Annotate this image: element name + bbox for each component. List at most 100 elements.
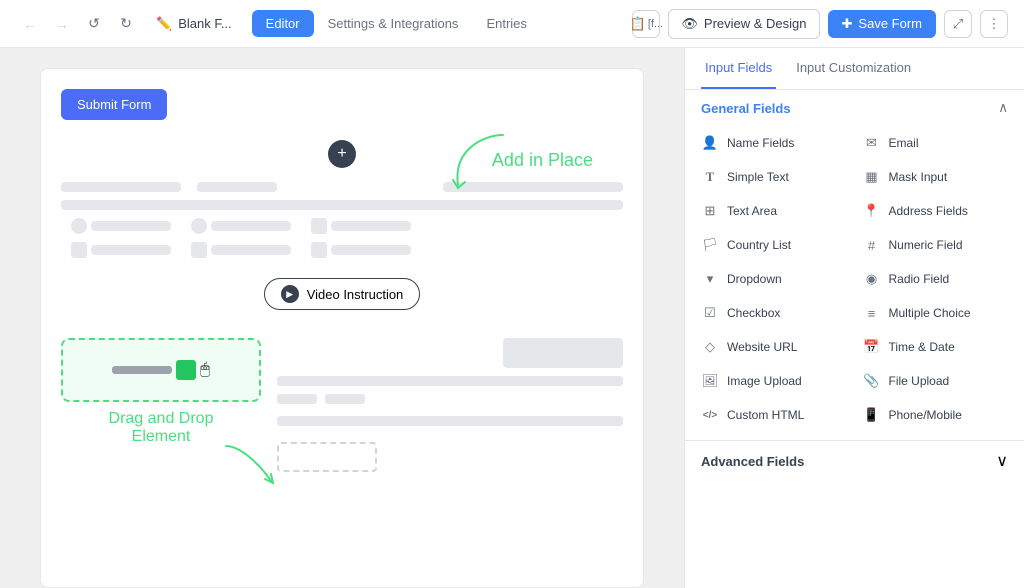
- dnd-label: Drag and Drop Element: [109, 410, 214, 446]
- field-address-label: Address Fields: [889, 204, 968, 218]
- field-mask-input[interactable]: ▦ Mask Input: [855, 160, 1017, 194]
- country-icon: 🏳: [701, 236, 719, 254]
- tab-entries[interactable]: Entries: [472, 10, 540, 37]
- video-label: Video Instruction: [307, 287, 404, 302]
- tab-settings[interactable]: Settings & Integrations: [314, 10, 473, 37]
- collapse-general-button[interactable]: ∧: [998, 100, 1008, 116]
- field-email-label: Email: [889, 136, 919, 150]
- field-radio[interactable]: ◉ Radio Field: [855, 262, 1017, 296]
- field-website-label: Website URL: [727, 340, 797, 354]
- edit-icon: ✏️: [156, 16, 172, 32]
- add-in-place-area: + Add in Place: [61, 140, 623, 172]
- simple-text-icon: T: [701, 168, 719, 186]
- form-id-button[interactable]: 📋 [f...: [632, 10, 660, 38]
- preview-button[interactable]: 👁 Preview & Design: [668, 9, 819, 39]
- chevron-down-icon: ∨: [996, 451, 1008, 471]
- field-country-label: Country List: [727, 238, 791, 252]
- field-multiple-choice[interactable]: ≡ Multiple Choice: [855, 296, 1017, 330]
- field-phone-label: Phone/Mobile: [889, 408, 962, 422]
- save-button[interactable]: ✚ Save Form: [828, 10, 936, 38]
- field-dropdown-label: Dropdown: [727, 272, 782, 286]
- tab-input-customization[interactable]: Input Customization: [792, 48, 915, 89]
- redo-button[interactable]: ↻: [112, 10, 140, 38]
- eye-icon: 👁: [681, 16, 698, 32]
- field-simple-text-label: Simple Text: [727, 170, 789, 184]
- field-checkbox-label: Checkbox: [727, 306, 780, 320]
- tab-input-fields[interactable]: Input Fields: [701, 48, 776, 89]
- text-area-icon: ⊞: [701, 202, 719, 220]
- time-date-icon: 📅: [863, 338, 881, 356]
- dnd-element: 🖱: [112, 360, 210, 380]
- more-button[interactable]: ⋮: [980, 10, 1008, 38]
- name-fields-icon: 👤: [701, 134, 719, 152]
- form-canvas: Submit Form + Add in Place: [40, 68, 644, 588]
- field-website-url[interactable]: ◇ Website URL: [693, 330, 855, 364]
- more-icon: ⋮: [988, 16, 1001, 32]
- field-text-area-label: Text Area: [727, 204, 777, 218]
- add-in-place-label: Add in Place: [492, 150, 593, 171]
- page-title: ✏️ Blank F...: [156, 16, 232, 32]
- field-country-list[interactable]: 🏳 Country List: [693, 228, 855, 262]
- main-layout: Submit Form + Add in Place: [0, 48, 1024, 588]
- field-radio-label: Radio Field: [889, 272, 950, 286]
- field-file-upload[interactable]: 📎 File Upload: [855, 364, 1017, 398]
- nav-tabs: Editor Settings & Integrations Entries: [252, 10, 541, 37]
- field-name-fields[interactable]: 👤 Name Fields: [693, 126, 855, 160]
- field-email[interactable]: ✉ Email: [855, 126, 1017, 160]
- field-numeric-label: Numeric Field: [889, 238, 963, 252]
- advanced-fields-title: Advanced Fields: [701, 454, 804, 469]
- dnd-box[interactable]: 🖱: [61, 338, 261, 402]
- save-icon: ✚: [842, 16, 853, 32]
- dnd-arrow: [221, 436, 281, 486]
- numeric-icon: #: [863, 236, 881, 254]
- submit-form-button[interactable]: Submit Form: [61, 89, 167, 120]
- radio-icon: ◉: [863, 270, 881, 288]
- address-icon: 📍: [863, 202, 881, 220]
- field-numeric[interactable]: # Numeric Field: [855, 228, 1017, 262]
- general-fields-header: General Fields ∧: [685, 90, 1024, 126]
- undo-button[interactable]: ↺: [80, 10, 108, 38]
- advanced-section: Advanced Fields ∨: [685, 440, 1024, 481]
- multiple-choice-icon: ≡: [863, 304, 881, 322]
- field-html-label: Custom HTML: [727, 408, 804, 422]
- field-multiple-choice-label: Multiple Choice: [889, 306, 971, 320]
- field-mask-input-label: Mask Input: [889, 170, 948, 184]
- fields-grid: 👤 Name Fields ✉ Email T Simple Text ▦ Ma…: [685, 126, 1024, 440]
- play-icon: ▶: [281, 285, 299, 303]
- field-phone-mobile[interactable]: 📱 Phone/Mobile: [855, 398, 1017, 432]
- field-dropdown[interactable]: ▾ Dropdown: [693, 262, 855, 296]
- form-icon: 📋: [630, 16, 646, 32]
- phone-icon: 📱: [863, 406, 881, 424]
- forward-button[interactable]: →: [48, 10, 76, 38]
- dropdown-icon: ▾: [701, 270, 719, 288]
- dnd-section: 🖱 Drag and Drop Element: [61, 338, 623, 472]
- field-text-area[interactable]: ⊞ Text Area: [693, 194, 855, 228]
- field-custom-html[interactable]: </> Custom HTML: [693, 398, 855, 432]
- add-plus-button[interactable]: +: [328, 140, 356, 168]
- image-upload-icon: 🖼: [701, 372, 719, 390]
- field-time-date[interactable]: 📅 Time & Date: [855, 330, 1017, 364]
- field-simple-text[interactable]: T Simple Text: [693, 160, 855, 194]
- panel-section: General Fields ∧ 👤 Name Fields ✉ Email T…: [685, 90, 1024, 588]
- field-address-fields[interactable]: 📍 Address Fields: [855, 194, 1017, 228]
- video-instruction-button[interactable]: ▶ Video Instruction: [264, 278, 421, 310]
- checkbox-icon: ☑: [701, 304, 719, 322]
- field-time-date-label: Time & Date: [889, 340, 955, 354]
- back-button[interactable]: ←: [16, 10, 44, 38]
- nav-arrows: ← → ↺ ↻: [16, 10, 140, 38]
- field-image-label: Image Upload: [727, 374, 802, 388]
- expand-button[interactable]: ⤢: [944, 10, 972, 38]
- field-image-upload[interactable]: 🖼 Image Upload: [693, 364, 855, 398]
- panel-tabs: Input Fields Input Customization: [685, 48, 1024, 90]
- expand-icon: ⤢: [953, 16, 963, 32]
- field-file-label: File Upload: [889, 374, 950, 388]
- file-upload-icon: 📎: [863, 372, 881, 390]
- right-panel: Input Fields Input Customization General…: [684, 48, 1024, 588]
- tab-editor[interactable]: Editor: [252, 10, 314, 37]
- advanced-fields-header[interactable]: Advanced Fields ∨: [685, 441, 1024, 481]
- field-checkbox[interactable]: ☑ Checkbox: [693, 296, 855, 330]
- top-nav: ← → ↺ ↻ ✏️ Blank F... Editor Settings & …: [0, 0, 1024, 48]
- nav-right: 📋 [f... 👁 Preview & Design ✚ Save Form ⤢…: [632, 9, 1008, 39]
- email-icon: ✉: [863, 134, 881, 152]
- editor-area: Submit Form + Add in Place: [0, 48, 684, 588]
